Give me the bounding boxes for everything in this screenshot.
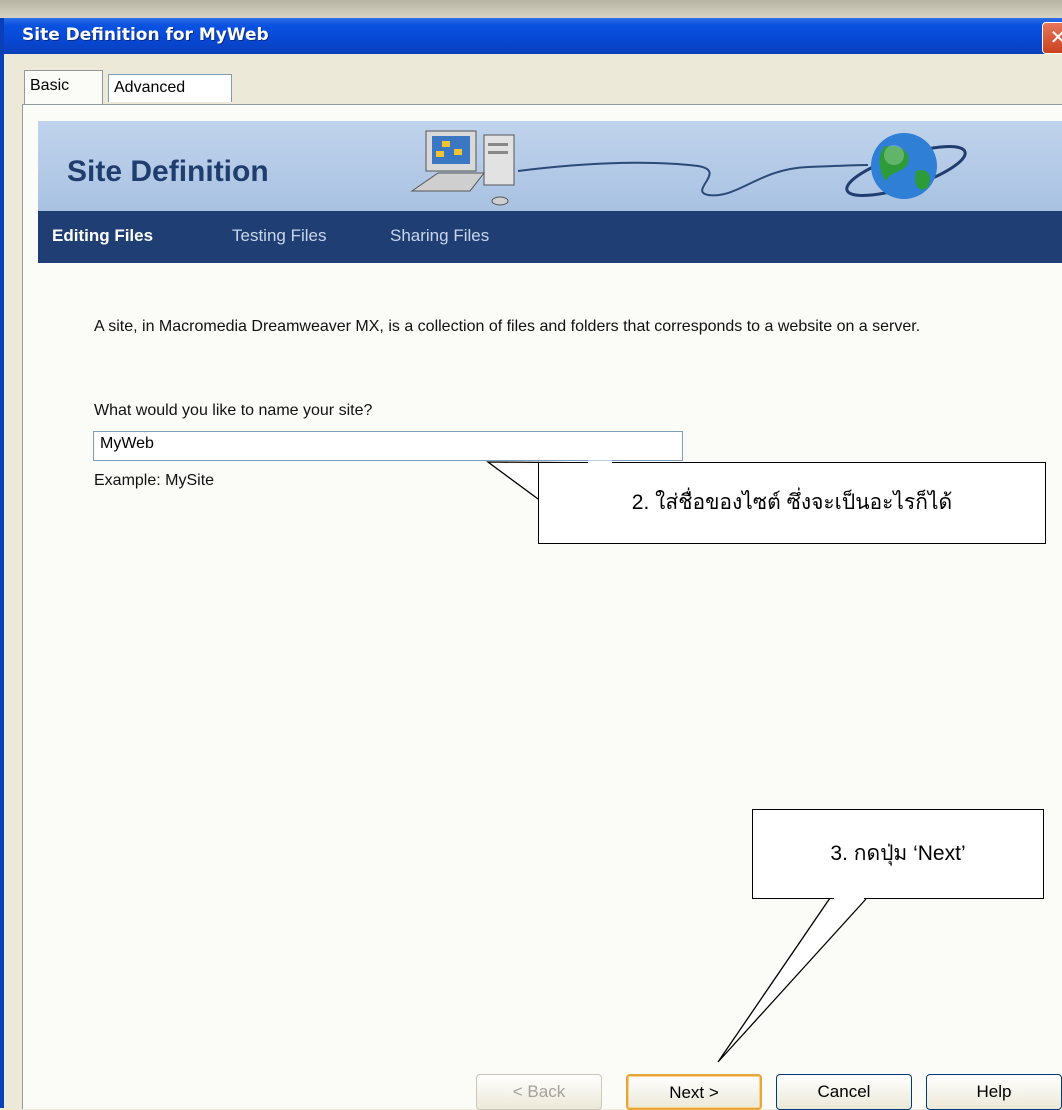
help-button[interactable]: Help — [926, 1074, 1062, 1110]
tab-basic[interactable]: Basic — [24, 70, 103, 104]
next-button[interactable]: Next > — [626, 1074, 762, 1110]
cancel-button[interactable]: Cancel — [776, 1074, 912, 1110]
callout-joins — [588, 460, 864, 900]
back-button[interactable]: < Back — [476, 1074, 602, 1110]
